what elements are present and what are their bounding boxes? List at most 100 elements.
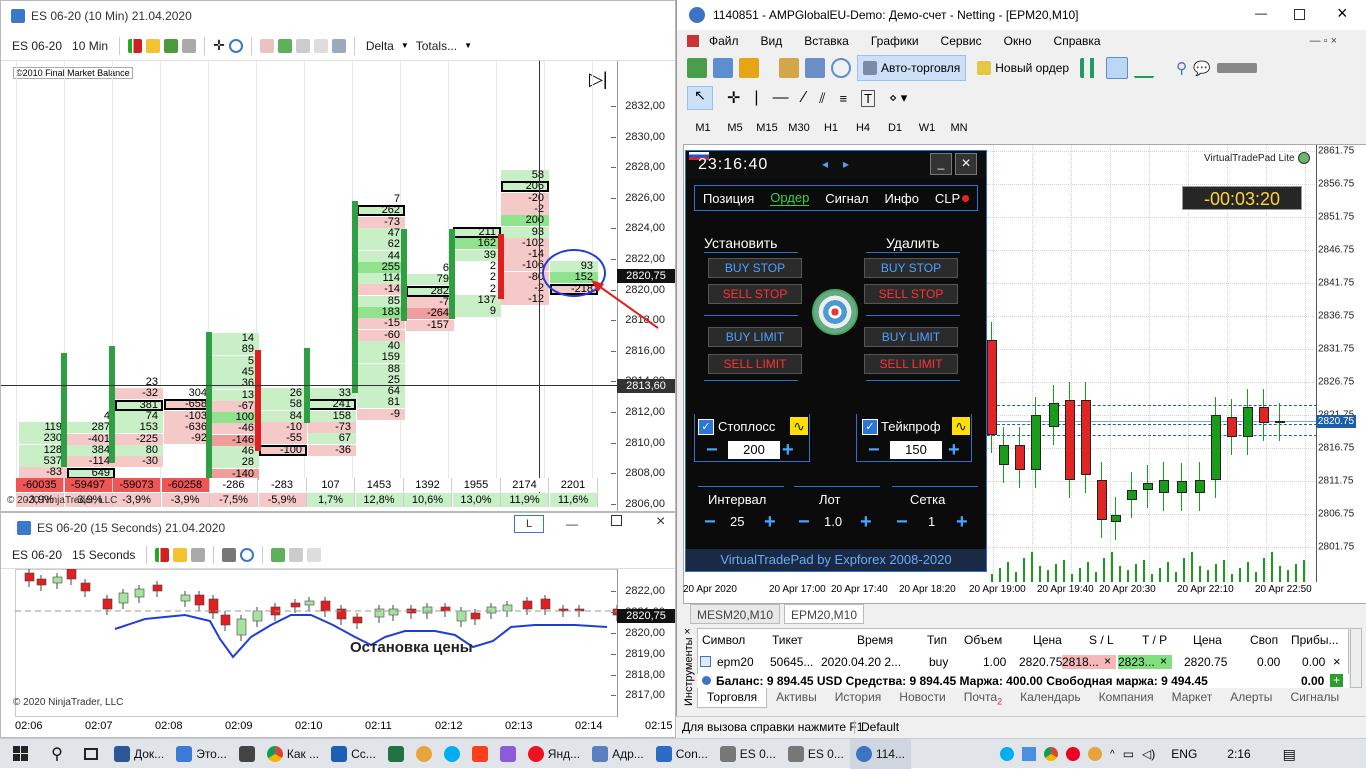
nt2-title-bar[interactable]: ES 06-20 (15 Seconds) 21.04.2020 L — × <box>1 513 675 543</box>
mt-title-bar[interactable]: 1140851 - AMPGlobalEU-Demo: Демо-счет - … <box>677 0 1366 30</box>
link-button[interactable]: L <box>514 515 544 533</box>
pos-close-icon[interactable]: × <box>1333 654 1341 669</box>
navigator-icon[interactable] <box>779 58 799 78</box>
tab-company[interactable]: Компания <box>1090 688 1163 708</box>
col-profit[interactable]: Прибы... <box>1291 633 1339 647</box>
tab-calendar[interactable]: Календарь <box>1011 688 1090 708</box>
vtp-minimize-button[interactable]: _ <box>930 153 952 175</box>
lot-plus-button[interactable]: + <box>860 512 872 532</box>
interval-minus-button[interactable]: − <box>704 512 716 532</box>
close-icon[interactable]: × <box>1337 3 1348 24</box>
clock[interactable]: 2:16 <box>1227 747 1250 761</box>
pencil-icon[interactable] <box>173 547 188 562</box>
instrument-selector[interactable]: ES 06-20 <box>9 35 65 57</box>
tf-m30[interactable]: M30 <box>783 122 815 134</box>
bars-icon[interactable] <box>128 38 143 53</box>
vtp-tab-position[interactable]: Позиция <box>703 191 754 206</box>
col-swap[interactable]: Своп <box>1250 633 1278 647</box>
maximize-button[interactable] <box>1294 9 1305 20</box>
fibo-icon[interactable]: ≡ <box>839 91 847 106</box>
cursor-icon[interactable] <box>222 547 237 562</box>
col-tp[interactable]: T / P <box>1142 633 1167 647</box>
zoom-icon[interactable] <box>240 547 255 562</box>
nt-title-bar[interactable]: ES 06-20 (10 Min) 21.04.2020 <box>1 1 675 31</box>
channel-icon[interactable]: ⫽ <box>819 90 825 107</box>
pin-icon[interactable] <box>182 38 197 53</box>
vtp-header[interactable]: 23:16:40 ◂ ▸ _ × <box>686 151 986 179</box>
tray-app-icon[interactable] <box>1088 747 1102 761</box>
minimize-button[interactable]: — <box>1255 6 1267 20</box>
profiles-icon[interactable] <box>713 58 733 78</box>
tab-market[interactable]: Маркет <box>1163 688 1222 708</box>
vtp-close-button[interactable]: × <box>955 153 977 175</box>
tp-checkbox[interactable]: ✓ <box>862 419 878 435</box>
interval-selector[interactable]: 15 Seconds <box>69 544 138 566</box>
chevron-down-icon[interactable]: ▼ <box>401 41 409 50</box>
lot-minus-button[interactable]: − <box>798 512 810 532</box>
grid-plus-button[interactable]: + <box>956 512 968 532</box>
toolbox-close-icon[interactable]: × <box>684 626 690 638</box>
properties-icon[interactable] <box>307 547 322 562</box>
taskbar-skype[interactable] <box>438 739 466 769</box>
target-icon[interactable] <box>812 289 858 335</box>
menu-view[interactable]: Вид <box>761 34 783 48</box>
notifications-icon[interactable]: ▤ <box>1283 746 1296 763</box>
menu-help[interactable]: Справка <box>1054 34 1101 48</box>
taskbar-excel[interactable] <box>382 739 410 769</box>
terminal-icon[interactable] <box>805 58 825 78</box>
tf-h4[interactable]: H4 <box>847 122 879 134</box>
properties-icon[interactable] <box>313 38 328 53</box>
candle-chart-icon[interactable] <box>1106 57 1129 79</box>
tf-w1[interactable]: W1 <box>911 122 943 134</box>
set-buy-limit-button[interactable]: BUY LIMIT <box>708 327 802 347</box>
taskbar-app2[interactable] <box>410 739 438 769</box>
taskbar-item-es2[interactable]: ES 0... <box>782 739 850 769</box>
pencil-icon[interactable] <box>146 38 161 53</box>
tp-remove-icon[interactable]: × <box>1160 654 1167 668</box>
skype-tray-icon[interactable] <box>1000 747 1014 761</box>
table-scrollbar[interactable] <box>1350 628 1362 688</box>
tp-trail-icon[interactable]: ∿ <box>952 417 970 435</box>
chart-tab-epm20[interactable]: EPM20,M10 <box>784 604 865 624</box>
market-watch-icon[interactable] <box>739 58 759 78</box>
tp-plus-button[interactable]: + <box>948 440 960 460</box>
taskbar-item-yandex-browser[interactable]: Янд... <box>522 739 586 769</box>
chart-style-icon[interactable] <box>259 38 274 53</box>
interval-plus-button[interactable]: + <box>764 512 776 532</box>
taskbar-item-con[interactable]: Con... <box>650 739 714 769</box>
sl-checkbox[interactable]: ✓ <box>698 419 714 435</box>
volume-icon[interactable]: ◁) <box>1142 747 1155 761</box>
remove-buy-limit-button[interactable]: BUY LIMIT <box>864 327 958 347</box>
vtp-tab-info[interactable]: Инфо <box>885 191 919 206</box>
col-symbol[interactable]: Символ <box>702 633 745 647</box>
taskbar-yandex[interactable] <box>466 739 494 769</box>
bar-chart-icon[interactable] <box>1080 58 1101 78</box>
taskbar-item-es1[interactable]: ES 0... <box>714 739 782 769</box>
add-icon[interactable]: + <box>1330 674 1343 687</box>
col-volume[interactable]: Объем <box>964 633 1002 647</box>
set-sell-limit-button[interactable]: SELL LIMIT <box>708 354 802 374</box>
network-icon[interactable]: ▭ <box>1123 747 1134 761</box>
tray-app-icon[interactable] <box>1022 747 1036 761</box>
col-ticket[interactable]: Тикет <box>772 633 803 647</box>
remove-sell-limit-button[interactable]: SELL LIMIT <box>864 354 958 374</box>
sl-trail-icon[interactable]: ∿ <box>790 417 808 435</box>
indicators-icon[interactable] <box>289 547 304 562</box>
chevron-down-icon[interactable]: ▼ <box>464 41 472 50</box>
start-button[interactable] <box>0 739 40 769</box>
set-sell-stop-button[interactable]: SELL STOP <box>708 284 802 304</box>
vtp-tab-clp[interactable]: CLP <box>935 191 960 206</box>
menu-charts[interactable]: Графики <box>871 34 919 48</box>
grid-minus-button[interactable]: − <box>896 512 908 532</box>
tf-d1[interactable]: D1 <box>879 122 911 134</box>
pos-symbol[interactable]: epm20 <box>717 655 754 669</box>
huawei-tray-icon[interactable] <box>1066 747 1080 761</box>
interval-selector[interactable]: 10 Min <box>69 35 111 57</box>
menu-insert[interactable]: Вставка <box>804 34 849 48</box>
pointer-icon[interactable]: ↖ <box>687 86 713 110</box>
taskbar-item-chrome1[interactable]: Как ... <box>261 739 325 769</box>
trendline-icon[interactable]: ∕ <box>803 89 806 107</box>
search-button[interactable]: ⚲ <box>40 739 74 769</box>
auto-trading-button[interactable]: Авто-торговля <box>857 55 967 81</box>
lot-value[interactable]: 1.0 <box>824 514 842 529</box>
